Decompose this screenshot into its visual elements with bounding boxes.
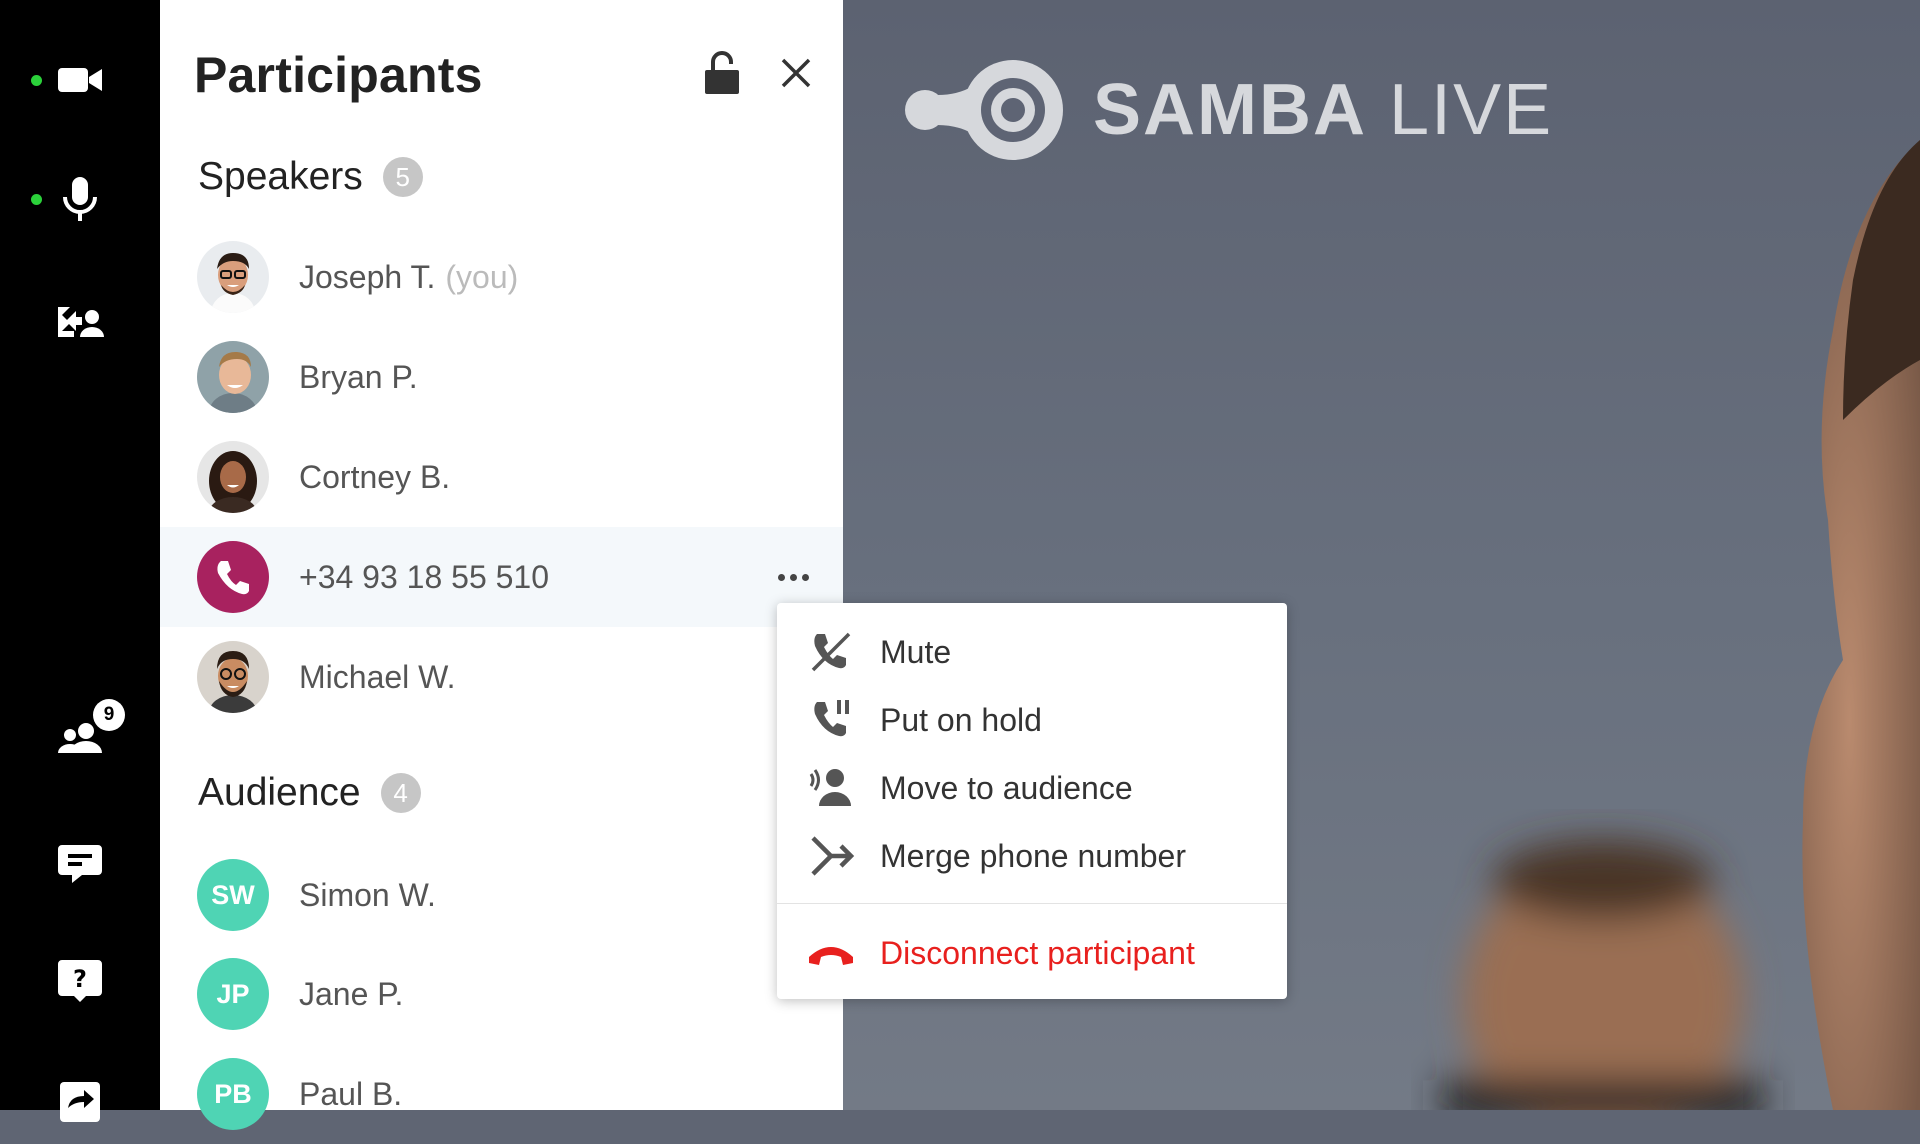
avatar-initials: SW xyxy=(197,859,269,931)
participant-name: Paul B. xyxy=(299,1075,403,1112)
menu-item-label: Mute xyxy=(880,633,952,670)
hang-up-icon xyxy=(809,947,853,965)
menu-item-merge[interactable]: Merge phone number xyxy=(777,824,1287,888)
avatar xyxy=(197,341,269,413)
more-dot-icon xyxy=(777,573,785,581)
speaker-row-phone[interactable]: +34 93 18 55 510 xyxy=(160,527,843,627)
avatar-photo-joseph xyxy=(197,241,269,313)
phone-hold-icon xyxy=(814,700,849,737)
move-to-audience-icon xyxy=(809,769,851,806)
participant-context-menu: Mute Put on hold Move to audience Merge … xyxy=(777,603,1287,999)
avatar xyxy=(197,241,269,313)
participant-name: Joseph T. (you) xyxy=(299,259,518,296)
avatar xyxy=(197,541,269,613)
avatar-initials: PB xyxy=(197,1058,269,1130)
left-toolbar: 9 ? xyxy=(0,0,160,1122)
share-icon xyxy=(60,1082,100,1122)
video-camera-icon xyxy=(58,68,102,92)
phone-icon xyxy=(217,561,249,595)
participants-count-badge: 9 xyxy=(93,699,125,731)
merge-icon xyxy=(811,836,855,876)
unlock-icon xyxy=(705,51,739,94)
audience-label: Audience xyxy=(198,771,361,814)
menu-item-mute[interactable]: Mute xyxy=(777,620,1287,684)
menu-item-label: Merge phone number xyxy=(880,837,1186,874)
participant-name: Michael W. xyxy=(299,658,456,695)
microphone-icon xyxy=(63,177,97,221)
avatar-initials: JP xyxy=(197,958,269,1030)
more-dot-icon xyxy=(801,573,809,581)
lock-button[interactable] xyxy=(700,48,744,98)
audience-section-header: Audience 4 xyxy=(198,771,421,815)
menu-item-label: Disconnect participant xyxy=(880,934,1195,971)
menu-divider xyxy=(777,903,1287,904)
speakers-section-header: Speakers 5 xyxy=(198,155,423,199)
audience-row-simon[interactable]: SW Simon W. xyxy=(160,845,843,945)
share-screen-icon xyxy=(58,307,104,337)
chat-button[interactable] xyxy=(40,823,120,903)
menu-item-label: Move to audience xyxy=(880,769,1133,806)
menu-item-move-to-audience[interactable]: Move to audience xyxy=(777,756,1287,820)
avatar xyxy=(197,441,269,513)
speaker-row-joseph[interactable]: Joseph T. (you) xyxy=(160,227,843,327)
audience-count-badge: 4 xyxy=(380,773,421,813)
help-button[interactable]: ? xyxy=(40,940,120,1020)
speakers-count-badge: 5 xyxy=(382,157,423,197)
speaker-row-cortney[interactable]: Cortney B. xyxy=(160,427,843,527)
svg-text:?: ? xyxy=(73,965,87,993)
speakers-label: Speakers xyxy=(198,155,363,198)
you-label: (you) xyxy=(445,258,519,295)
participant-name: Cortney B. xyxy=(299,458,451,495)
speaker-row-michael[interactable]: Michael W. xyxy=(160,627,843,727)
participant-name: Simon W. xyxy=(299,876,436,913)
avatar xyxy=(197,641,269,713)
avatar-photo-michael xyxy=(197,641,269,713)
avatar-photo-bryan xyxy=(197,341,269,413)
participants-panel: Participants Speakers 5 Joseph T. (you) B… xyxy=(160,0,843,1130)
participant-name-text: Joseph T. xyxy=(299,258,436,295)
speaker-row-bryan[interactable]: Bryan P. xyxy=(160,327,843,427)
more-options-button[interactable] xyxy=(771,562,815,592)
menu-item-label: Put on hold xyxy=(880,701,1042,738)
close-panel-button[interactable] xyxy=(774,48,818,98)
avatar-photo-cortney xyxy=(197,441,269,513)
help-icon: ? xyxy=(58,960,102,1002)
camera-button[interactable] xyxy=(40,40,120,120)
participant-name: +34 93 18 55 510 xyxy=(299,558,550,595)
participant-name: Bryan P. xyxy=(299,358,418,395)
menu-item-hold[interactable]: Put on hold xyxy=(777,688,1287,752)
microphone-button[interactable] xyxy=(40,159,120,239)
share-screen-button[interactable] xyxy=(40,281,120,361)
page-title: Participants xyxy=(194,47,483,103)
audience-row-paul[interactable]: PB Paul B. xyxy=(160,1044,843,1144)
phone-muted-icon xyxy=(811,632,851,672)
participant-name: Jane P. xyxy=(299,975,404,1012)
share-button[interactable] xyxy=(40,1060,120,1140)
close-icon xyxy=(781,58,811,88)
audience-row-jane[interactable]: JP Jane P. xyxy=(160,944,843,1044)
chat-icon xyxy=(58,845,102,883)
menu-item-disconnect[interactable]: Disconnect participant xyxy=(777,921,1287,985)
more-dot-icon xyxy=(789,573,797,581)
